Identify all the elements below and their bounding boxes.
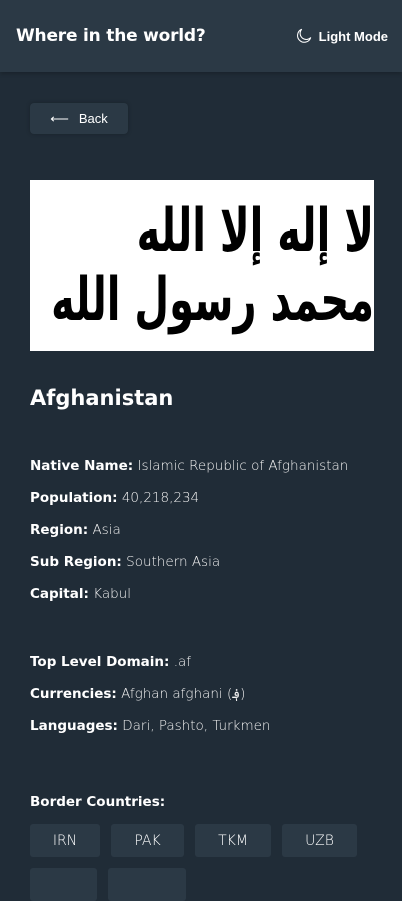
arrow-left-icon: ⟵ [50,110,69,126]
country-name: Afghanistan [30,386,174,410]
theme-toggle-label: Light Mode [318,28,388,44]
border-country-button[interactable]: TKM [195,824,271,857]
moon-icon [296,28,311,43]
border-countries: IRN PAK TKM UZB [30,824,380,901]
detail-capital: Capital: Kabul [30,586,348,618]
detail-value: Islamic Republic of Afghanistan [137,458,349,474]
back-label: Back [78,111,108,126]
border-country-button[interactable] [30,868,97,901]
detail-value: Kabul [93,586,131,602]
secondary-details: Top Level Domain: .af Currencies: Afghan… [30,654,270,750]
detail-languages: Languages: Dari, Pashto, Turkmen [30,718,270,750]
primary-details: Native Name: Islamic Republic of Afghani… [30,458,348,618]
border-countries-label: Border Countries: [30,794,166,810]
detail-value: Afghan afghani (؋) [121,686,246,702]
detail-label: Sub Region: [30,554,122,570]
app-title: Where in the world? [16,26,206,46]
detail-value: 40,218,234 [121,490,200,506]
border-country-button[interactable] [108,868,186,901]
detail-label: Capital: [30,586,89,602]
flag-lettering: لا إله إلا الله محمد رسول الله [51,196,375,335]
detail-population: Population: 40,218,234 [30,490,348,522]
detail-value: Asia [92,522,121,538]
border-country-button[interactable]: PAK [111,824,184,857]
detail-label: Currencies: [30,686,117,702]
border-country-button[interactable]: IRN [30,824,100,857]
detail-label: Population: [30,490,118,506]
detail-sub-region: Sub Region: Southern Asia [30,554,348,586]
header: Where in the world? Light Mode [0,0,402,72]
detail-label: Top Level Domain: [30,654,170,670]
detail-value: Southern Asia [126,554,221,570]
detail-value: Dari, Pashto, Turkmen [122,718,271,734]
detail-label: Region: [30,522,89,538]
detail-value: .af [173,654,192,670]
country-flag: لا إله إلا الله محمد رسول الله [30,180,375,351]
detail-currencies: Currencies: Afghan afghani (؋) [30,686,270,718]
back-button[interactable]: ⟵ Back [30,103,128,134]
detail-label: Native Name: [30,458,134,474]
detail-native-name: Native Name: Islamic Republic of Afghani… [30,458,348,490]
border-country-button[interactable]: UZB [282,824,357,857]
detail-tld: Top Level Domain: .af [30,654,270,686]
theme-toggle[interactable]: Light Mode [295,27,388,45]
detail-region: Region: Asia [30,522,348,554]
detail-label: Languages: [30,718,118,734]
